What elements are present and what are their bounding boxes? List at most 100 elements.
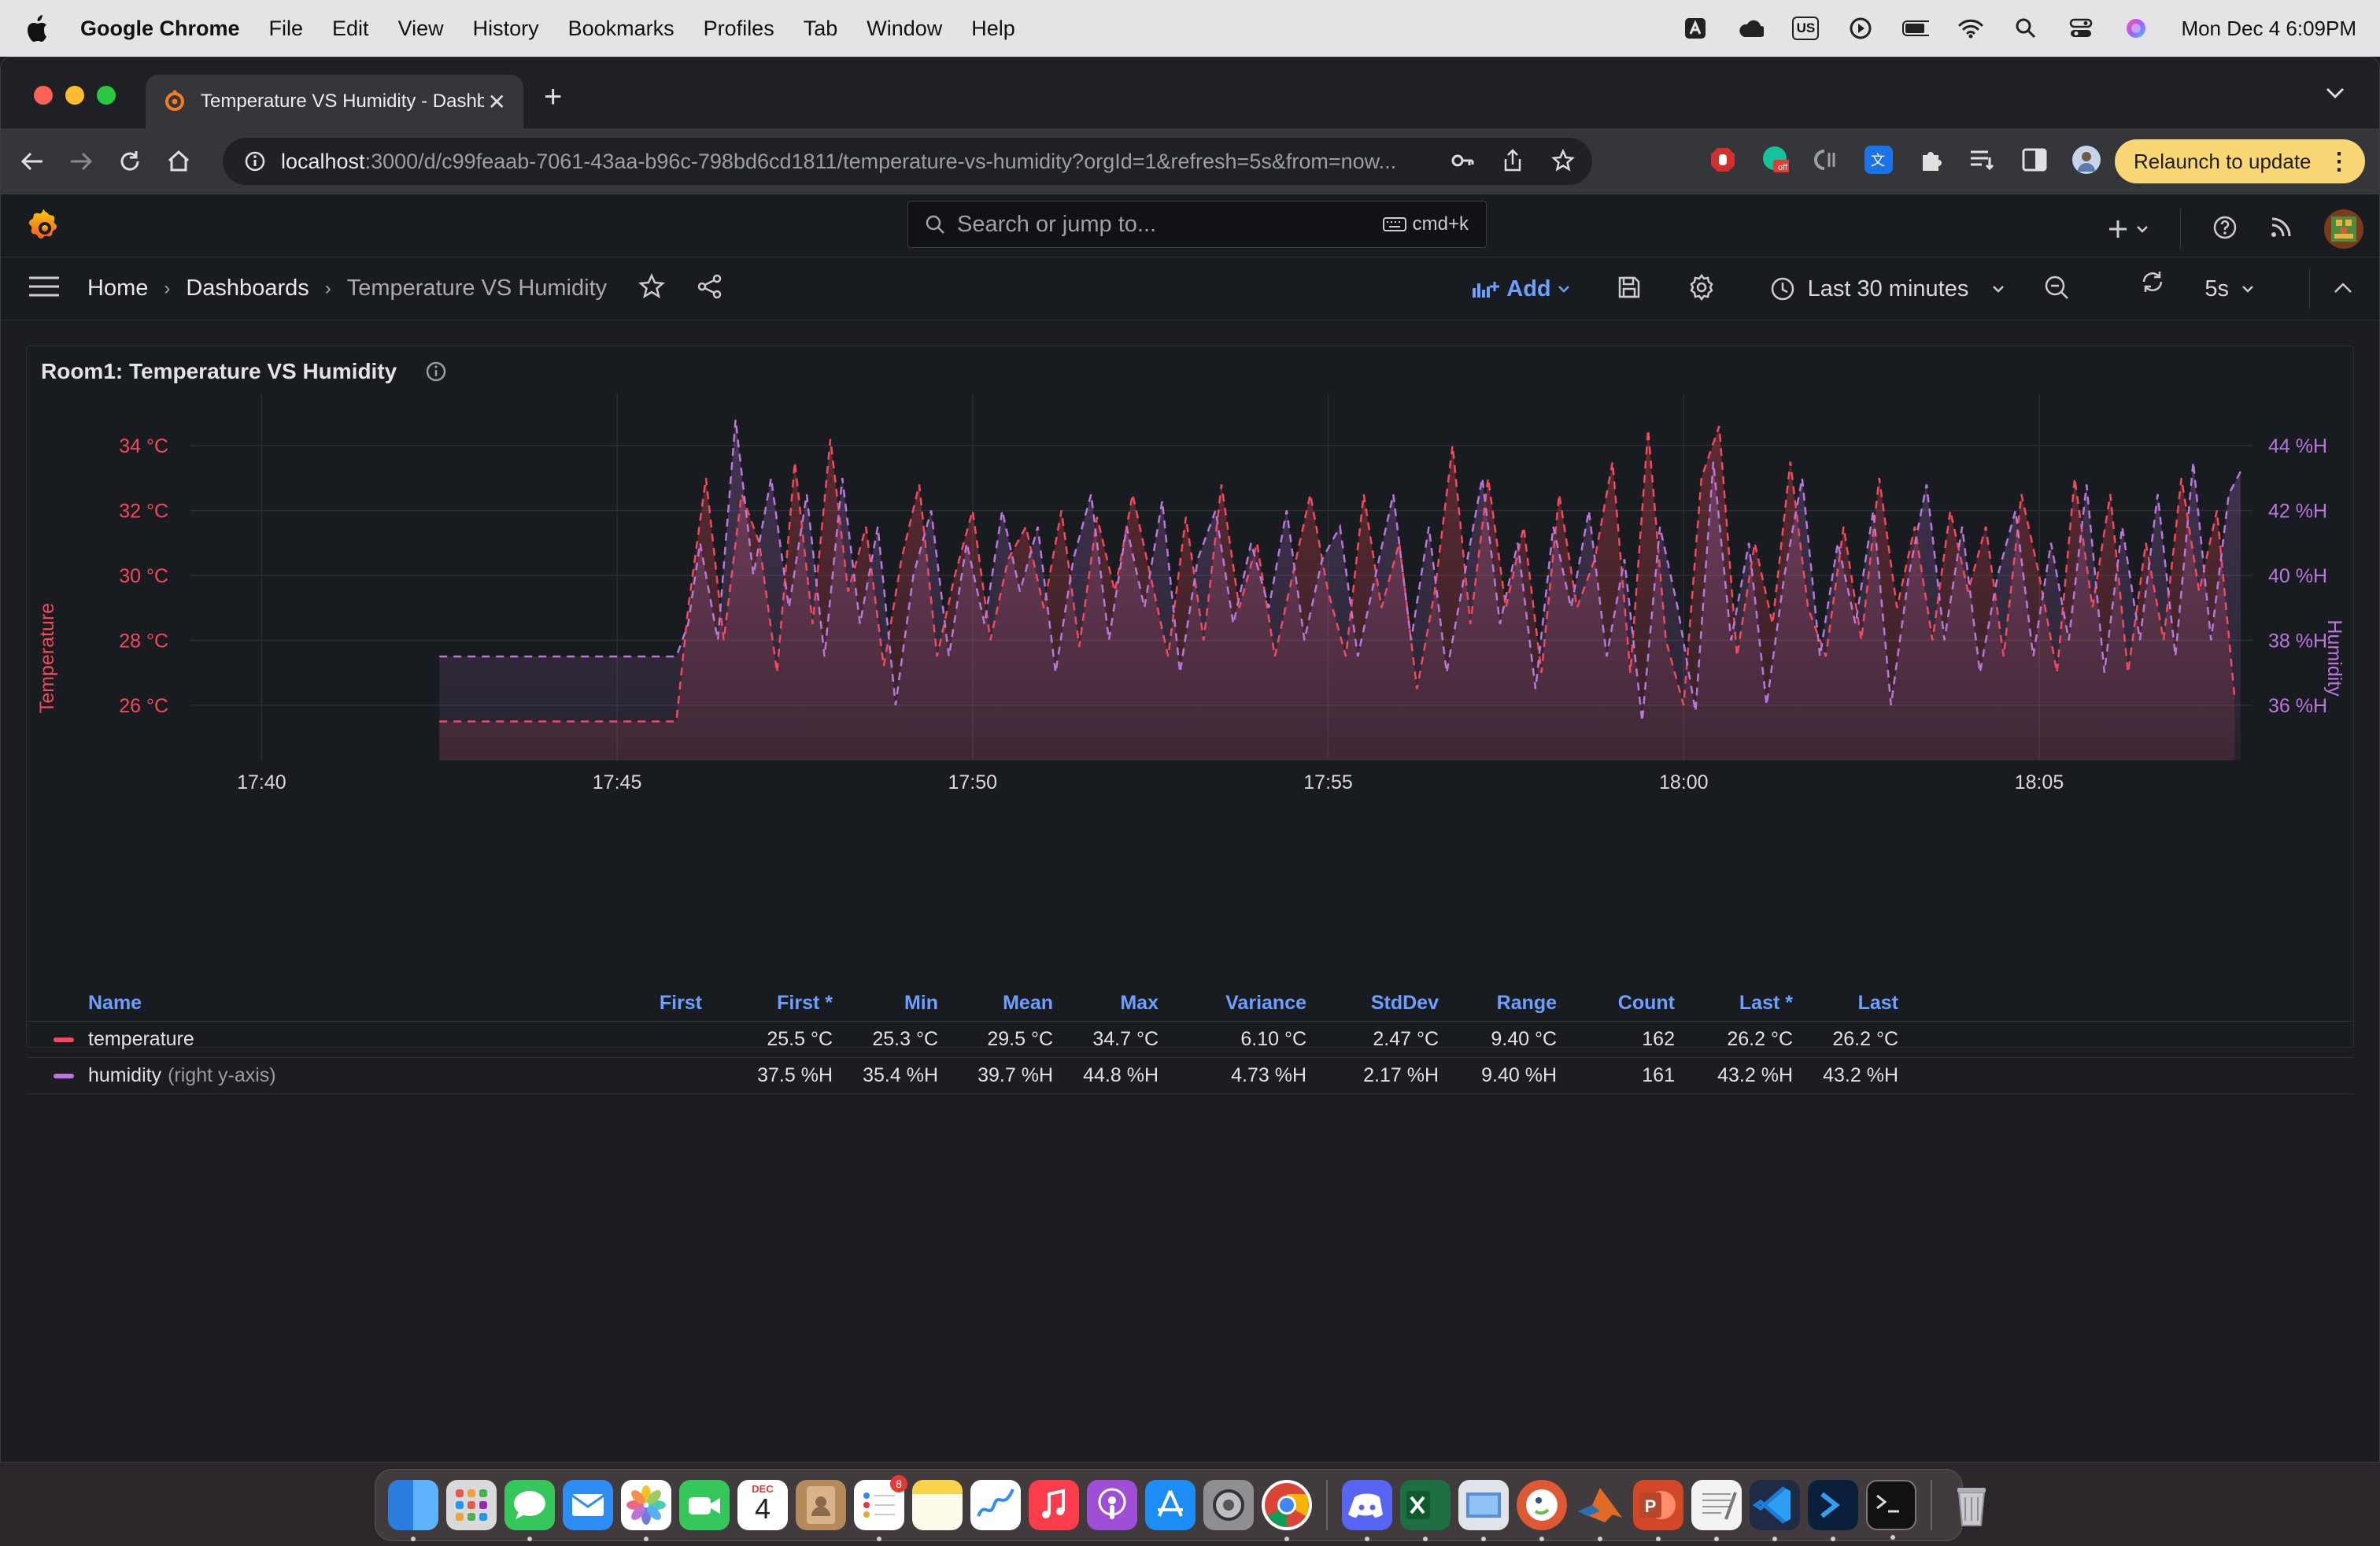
menu-clock[interactable]: Mon Dec 4 6:09PM <box>2181 17 2356 41</box>
contacts-icon[interactable] <box>796 1480 846 1530</box>
control-center-icon[interactable] <box>2068 17 2094 40</box>
adblock-extension-icon[interactable] <box>1709 146 1737 174</box>
legend-col-name[interactable]: Name <box>27 992 578 1015</box>
legend-series-name[interactable]: humidity (right y-axis) <box>27 1064 578 1087</box>
info-icon[interactable] <box>425 361 447 383</box>
translate-extension-icon[interactable]: 文 <box>1864 146 1893 174</box>
menu-tab[interactable]: Tab <box>804 17 838 41</box>
home-icon[interactable] <box>163 146 194 177</box>
legend-series-name[interactable]: temperature <box>27 1028 578 1051</box>
refresh-interval-picker[interactable]: 5s <box>2204 276 2254 302</box>
star-favorite-icon[interactable] <box>638 272 666 304</box>
help-icon[interactable] <box>2212 215 2238 244</box>
finder-icon[interactable] <box>388 1480 438 1541</box>
menu-window[interactable]: Window <box>867 17 942 41</box>
powershell-icon[interactable] <box>1808 1480 1858 1541</box>
menu-edit[interactable]: Edit <box>332 17 369 41</box>
panel-header[interactable]: Room1: Temperature VS Humidity <box>41 359 447 384</box>
menu-view[interactable]: View <box>398 17 444 41</box>
bookmark-star-icon[interactable] <box>1551 148 1575 176</box>
grammarly-extension-icon[interactable]: off <box>1761 146 1789 174</box>
music-icon[interactable] <box>1029 1480 1079 1530</box>
reminders-icon[interactable]: 8 <box>854 1475 907 1541</box>
share-dashboard-icon[interactable] <box>697 273 723 304</box>
reload-icon[interactable] <box>114 146 146 177</box>
address-bar[interactable]: localhost:3000/d/c99feaab-7061-43aa-b96c… <box>223 138 1592 185</box>
more-menu-icon[interactable]: ⋮ <box>2327 148 2351 176</box>
notes-icon[interactable] <box>912 1480 963 1530</box>
temperature-humidity-chart[interactable]: 34 °C 32 °C 30 °C 28 °C 26 °C 44 %H 42 %H 40 %… <box>27 394 2355 984</box>
legend-col-stddev[interactable]: StdDev <box>1306 992 1439 1015</box>
new-plus-dropdown-icon[interactable] <box>2108 219 2149 239</box>
news-rss-icon[interactable] <box>2269 216 2293 243</box>
trash-icon[interactable] <box>1946 1480 1997 1530</box>
siri-icon[interactable] <box>2123 17 2149 40</box>
settings-gear-icon[interactable] <box>1688 273 1715 305</box>
close-window-button[interactable] <box>34 86 53 105</box>
battery-icon[interactable] <box>1902 17 1930 40</box>
zoom-window-button[interactable] <box>97 86 116 105</box>
legend-col-min[interactable]: Min <box>833 992 938 1015</box>
mail-icon[interactable] <box>563 1480 613 1530</box>
cloud-icon[interactable] <box>1737 17 1765 40</box>
legend-col-mean[interactable]: Mean <box>938 992 1053 1015</box>
messages-icon[interactable] <box>504 1480 555 1541</box>
collapse-chevron-up-icon[interactable] <box>2334 281 2352 298</box>
menu-profiles[interactable]: Profiles <box>704 17 774 41</box>
breadcrumb-home[interactable]: Home <box>87 276 148 301</box>
code-extension-icon[interactable] <box>1813 146 1841 174</box>
extensions-puzzle-icon[interactable] <box>1916 146 1945 174</box>
breadcrumb-dashboards[interactable]: Dashboards <box>186 276 309 301</box>
new-tab-button[interactable]: + <box>544 81 562 113</box>
photos-icon[interactable] <box>621 1480 671 1541</box>
podcasts-icon[interactable] <box>1087 1480 1137 1530</box>
textedit-icon[interactable] <box>1691 1480 1742 1541</box>
excel-icon[interactable] <box>1400 1480 1451 1541</box>
launchpad-icon[interactable] <box>446 1480 497 1530</box>
tab-active[interactable]: Temperature VS Humidity - Dashboards - G… <box>146 75 523 128</box>
back-arrow-icon[interactable] <box>17 146 48 177</box>
apple-icon[interactable] <box>25 14 54 43</box>
freeform-icon[interactable] <box>970 1480 1021 1530</box>
share-icon[interactable] <box>1502 149 1523 176</box>
keyboard-layout[interactable]: US <box>1792 17 1820 40</box>
legend-col-last[interactable]: Last * <box>1675 992 1793 1015</box>
system-settings-icon[interactable] <box>1203 1480 1254 1530</box>
terminal-icon[interactable] <box>1866 1480 1916 1540</box>
legend-col-max[interactable]: Max <box>1053 992 1159 1015</box>
vscode-icon[interactable] <box>1750 1480 1800 1541</box>
legend-row-temperature[interactable]: temperature 25.5 °C 25.3 °C 29.5 °C 34.7 °C 6… <box>27 1022 2353 1058</box>
matlab-icon[interactable] <box>1575 1480 1625 1541</box>
grafana-search-input[interactable]: Search or jump to... cmd+k <box>907 201 1487 248</box>
zoom-out-icon[interactable] <box>2044 275 2069 304</box>
reading-list-icon[interactable] <box>1968 146 1997 174</box>
password-key-icon[interactable] <box>1451 149 1474 176</box>
legend-row-humidity[interactable]: humidity (right y-axis) 37.5 %H 35.4 %H 39.7… <box>27 1058 2353 1094</box>
facetime-icon[interactable] <box>679 1480 730 1530</box>
play-icon[interactable] <box>1847 17 1874 40</box>
legend-col-first[interactable]: First * <box>702 992 833 1015</box>
discord-icon[interactable] <box>1342 1480 1392 1541</box>
app-store-icon[interactable] <box>1145 1480 1196 1530</box>
menu-history[interactable]: History <box>473 17 539 41</box>
spotlight-search-icon[interactable] <box>2012 17 2039 40</box>
relaunch-to-update-button[interactable]: Relaunch to update ⋮ <box>2115 139 2365 183</box>
time-range-picker[interactable]: Last 30 minutes <box>1770 276 2005 302</box>
legend-col-variance[interactable]: Variance <box>1159 992 1306 1015</box>
menu-bookmarks[interactable]: Bookmarks <box>568 17 674 41</box>
url-text[interactable]: localhost:3000/d/c99feaab-7061-43aa-b96c… <box>281 150 1509 174</box>
menu-hamburger-icon[interactable] <box>28 275 61 302</box>
site-info-icon[interactable] <box>245 151 265 172</box>
powerpoint-icon[interactable]: P <box>1633 1480 1683 1541</box>
duckduckgo-icon[interactable] <box>1517 1480 1567 1541</box>
app-name[interactable]: Google Chrome <box>80 17 240 41</box>
chrome-icon[interactable] <box>1262 1480 1312 1541</box>
calendar-icon[interactable]: DEC 4 <box>737 1480 788 1530</box>
user-avatar[interactable] <box>2324 209 2363 249</box>
menu-file[interactable]: File <box>269 17 304 41</box>
menu-help[interactable]: Help <box>971 17 1015 41</box>
forward-arrow-icon[interactable] <box>65 146 97 177</box>
legend-col-range[interactable]: Range <box>1439 992 1557 1015</box>
tab-close-icon[interactable]: ✕ <box>488 89 506 115</box>
side-panel-icon[interactable] <box>2020 146 2049 174</box>
